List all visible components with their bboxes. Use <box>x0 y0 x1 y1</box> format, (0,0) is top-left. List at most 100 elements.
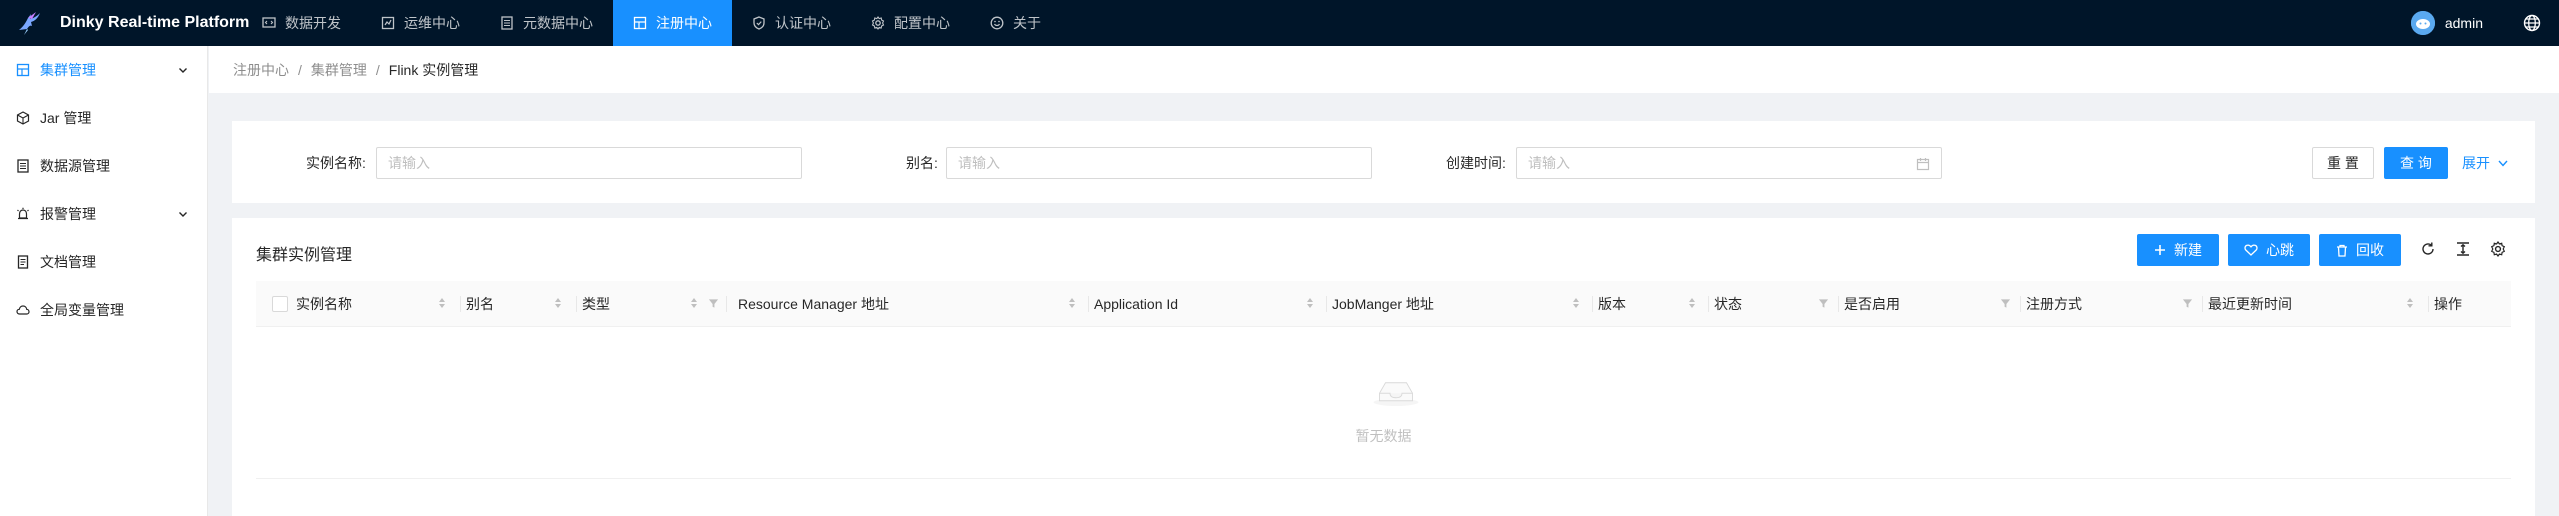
user-name: admin <box>2444 15 2483 31</box>
plus-icon <box>2154 244 2166 256</box>
column-divider <box>726 296 727 312</box>
breadcrumb-separator: / <box>298 61 302 78</box>
create-time-placeholder: 请输入 <box>1528 155 1570 171</box>
column-header[interactable]: 是否启用 <box>1844 281 1900 327</box>
query-button[interactable]: 查 询 <box>2384 147 2448 179</box>
column-divider <box>2202 296 2203 312</box>
nav-item-config[interactable]: 配置中心 <box>851 0 970 46</box>
nav-label: 关于 <box>1013 15 1041 31</box>
create-time-picker[interactable]: 请输入 <box>1516 147 1942 179</box>
nav-item-registration[interactable]: 注册中心 <box>613 0 732 46</box>
sidebar-item-cluster[interactable]: 集群管理 <box>0 46 207 94</box>
user-avatar-icon <box>2410 11 2435 35</box>
column-header[interactable]: Resource Manager 地址 <box>738 281 889 327</box>
sort-icon[interactable] <box>1572 297 1580 309</box>
top-nav: 数据开发 运维中心 元数据中心 注册中心 认证中心 配置中心 关于 <box>242 0 1061 46</box>
top-header: Dinky Real-time Platform 数据开发 运维中心 元数据中心… <box>0 0 2559 46</box>
delete-icon <box>2336 244 2348 257</box>
breadcrumb: 注册中心 / 集群管理 / Flink 实例管理 <box>209 46 2559 93</box>
filter-icon[interactable] <box>2182 298 2193 309</box>
sidebar-item-alert[interactable]: 报警管理 <box>0 190 207 238</box>
heart-icon <box>2244 244 2258 256</box>
sort-icon[interactable] <box>1306 297 1314 309</box>
column-height-icon[interactable] <box>2455 241 2471 257</box>
search-form: 实例名称: 请输入 别名: 请输入 创建时间: 请输入 重 置 查 询 展开 <box>232 121 2535 203</box>
chevron-down-icon <box>177 64 189 76</box>
expand-button[interactable]: 展开 <box>2462 153 2509 173</box>
breadcrumb-item[interactable]: 注册中心 <box>233 60 289 80</box>
nav-label: 认证中心 <box>775 15 831 31</box>
code-sandbox-icon <box>16 111 30 125</box>
sidebar-item-jar[interactable]: Jar 管理 <box>0 94 207 142</box>
column-header[interactable]: 注册方式 <box>2026 281 2082 327</box>
nav-item-operations[interactable]: 运维中心 <box>361 0 480 46</box>
new-button[interactable]: 新建 <box>2137 234 2219 266</box>
sort-icon[interactable] <box>438 297 446 309</box>
filter-icon[interactable] <box>708 298 719 309</box>
column-header[interactable]: 状态 <box>1714 281 1742 327</box>
sort-icon[interactable] <box>690 297 698 309</box>
recycle-button[interactable]: 回收 <box>2319 234 2401 266</box>
column-divider <box>460 296 461 312</box>
setting-icon[interactable] <box>2490 241 2506 257</box>
table-title: 集群实例管理 <box>256 247 353 264</box>
column-header[interactable]: 别名 <box>466 281 494 327</box>
chevron-down-icon <box>2498 160 2508 167</box>
nav-label: 元数据中心 <box>523 15 593 31</box>
column-header[interactable]: 版本 <box>1598 281 1626 327</box>
file-icon <box>16 255 30 269</box>
column-divider <box>2020 296 2021 312</box>
sidebar-item-datasource[interactable]: 数据源管理 <box>0 142 207 190</box>
create-time-label: 创建时间: <box>1446 155 1506 171</box>
new-label: 新建 <box>2174 242 2202 258</box>
heartbeat-button[interactable]: 心跳 <box>2228 234 2310 266</box>
breadcrumb-separator: / <box>375 61 380 78</box>
column-header[interactable]: 最近更新时间 <box>2208 281 2292 327</box>
recycle-label: 回收 <box>2356 242 2384 258</box>
column-header[interactable]: 类型 <box>582 281 610 327</box>
sort-icon[interactable] <box>554 297 562 309</box>
alias-label: 别名: <box>906 155 938 171</box>
logo[interactable]: Dinky Real-time Platform <box>0 0 260 46</box>
column-header[interactable]: Application Id <box>1094 281 1178 327</box>
breadcrumb-item[interactable]: 集群管理 <box>311 60 367 80</box>
reload-icon[interactable] <box>2420 241 2436 257</box>
sidebar-item-label: 报警管理 <box>40 206 96 222</box>
gear-icon <box>871 16 885 30</box>
sidebar-item-label: 数据源管理 <box>40 158 110 174</box>
reset-button[interactable]: 重 置 <box>2312 147 2374 179</box>
alias-input[interactable]: 请输入 <box>946 147 1372 179</box>
avatar <box>2410 11 2435 35</box>
column-header[interactable]: JobManger 地址 <box>1332 281 1434 327</box>
column-header[interactable]: 实例名称 <box>296 281 352 327</box>
shield-icon <box>752 16 766 30</box>
instance-name-input[interactable]: 请输入 <box>376 147 802 179</box>
sort-icon[interactable] <box>1688 297 1696 309</box>
nav-label: 数据开发 <box>285 15 341 31</box>
sort-icon[interactable] <box>1068 297 1076 309</box>
nav-label: 运维中心 <box>404 15 460 31</box>
nav-item-data-development[interactable]: 数据开发 <box>242 0 361 46</box>
filter-icon[interactable] <box>2000 298 2011 309</box>
calendar-icon <box>1916 157 1930 171</box>
header-right: admin <box>2410 0 2559 46</box>
filter-icon[interactable] <box>1818 298 1829 309</box>
column-divider <box>2428 296 2429 312</box>
cloud-icon <box>16 303 30 317</box>
nav-item-auth[interactable]: 认证中心 <box>732 0 851 46</box>
nav-item-metadata[interactable]: 元数据中心 <box>480 0 613 46</box>
user-menu[interactable]: admin <box>2410 11 2483 35</box>
column-divider <box>1088 296 1089 312</box>
table-empty-state: 暂无数据 <box>256 327 2511 479</box>
sort-icon[interactable] <box>2406 297 2414 309</box>
database-icon <box>500 16 514 30</box>
globe-icon[interactable] <box>2523 14 2541 32</box>
nav-item-about[interactable]: 关于 <box>970 0 1061 46</box>
sidebar-item-global-vars[interactable]: 全局变量管理 <box>0 286 207 334</box>
heartbeat-label: 心跳 <box>2266 242 2294 258</box>
sidebar-item-document[interactable]: 文档管理 <box>0 238 207 286</box>
column-header: 操作 <box>2434 296 2462 312</box>
select-all-checkbox[interactable] <box>272 296 288 312</box>
hummingbird-logo-icon <box>19 12 40 35</box>
app-title: Dinky Real-time Platform <box>60 14 250 31</box>
